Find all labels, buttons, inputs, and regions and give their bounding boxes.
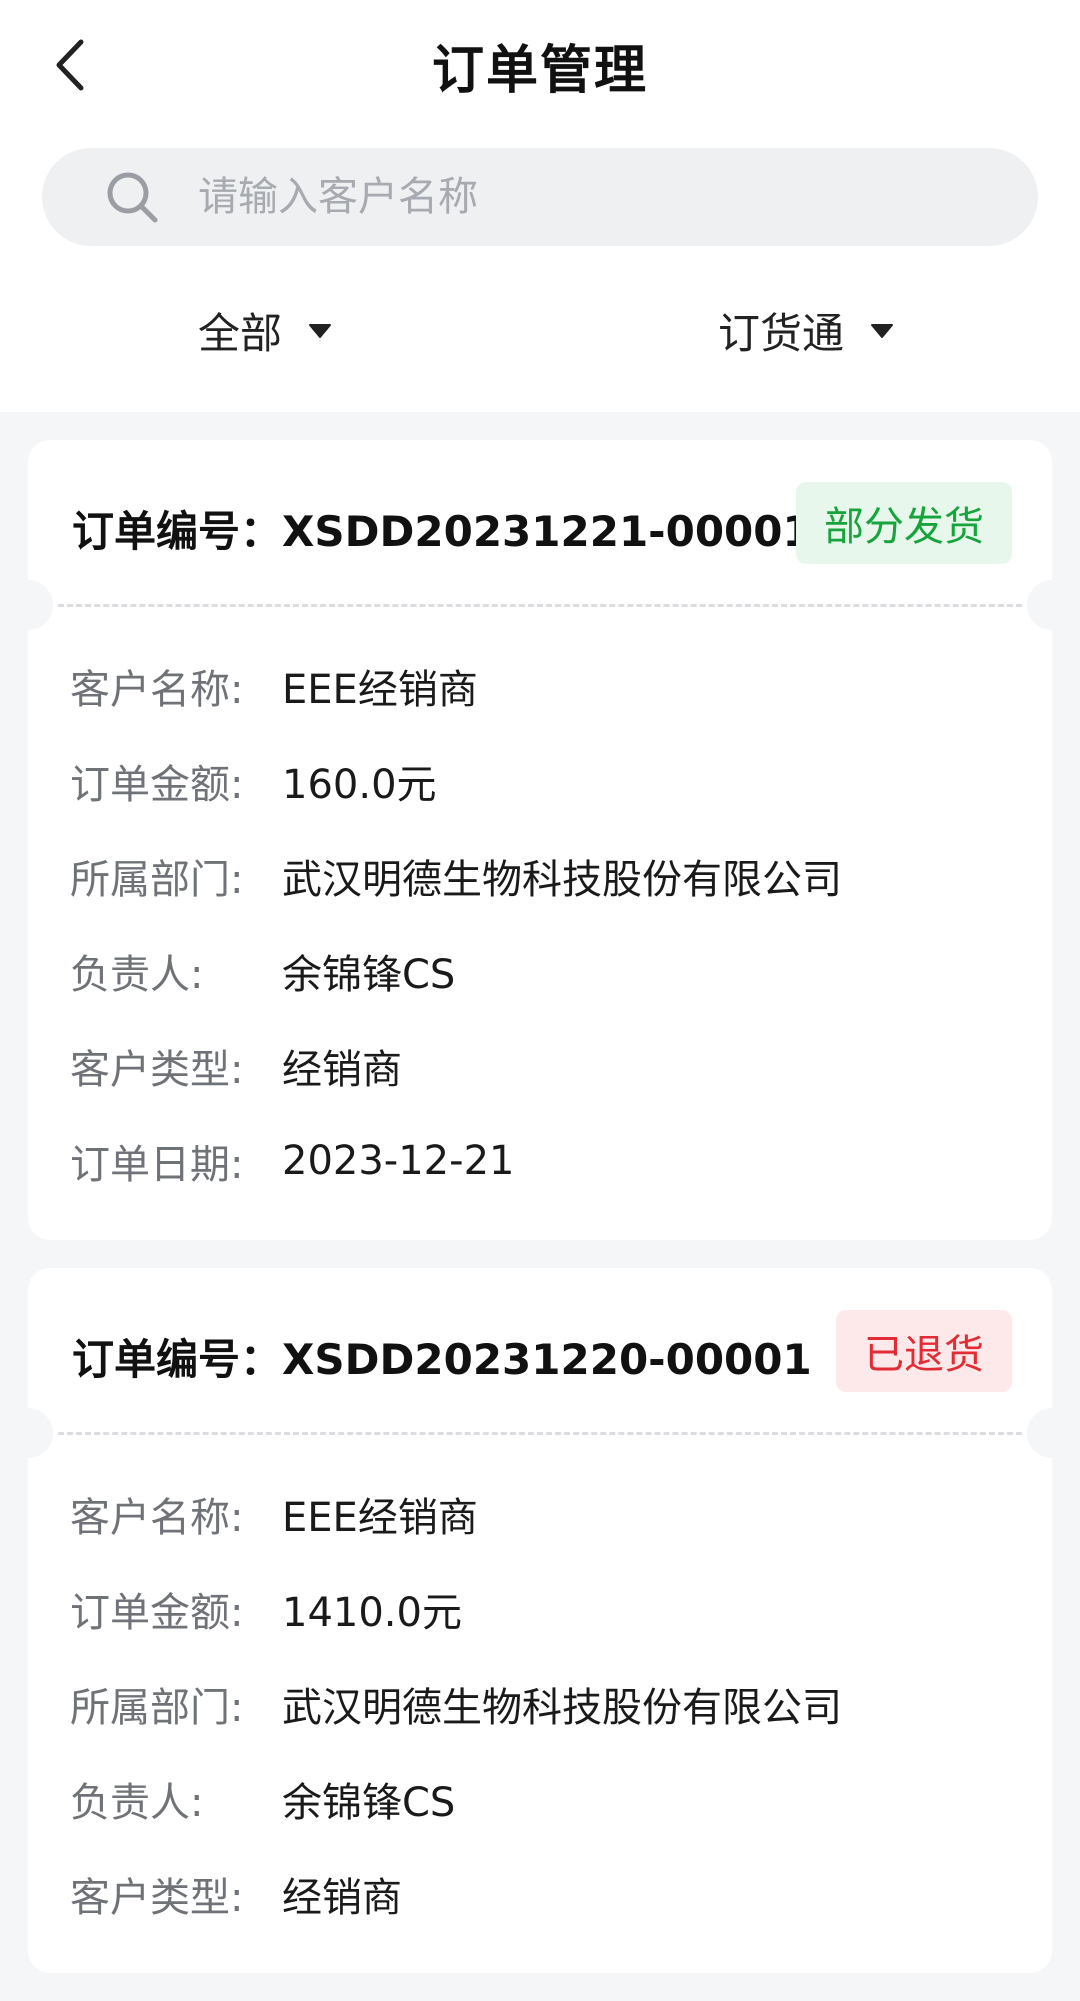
owner-name: 余锦锋CS [282,951,456,998]
department: 武汉明德生物科技股份有限公司 [282,856,842,903]
caret-down-icon [309,323,332,338]
detail-label: 订单金额: [70,761,244,808]
detail-label: 所属部门: [70,856,244,903]
order-card[interactable]: 订单编号：XSDD20231221-00001 部分发货 客户名称: EEE经销… [3,440,1077,1240]
filter-status-dropdown[interactable]: 全部 [198,300,332,361]
search-bar[interactable] [42,148,1038,246]
order-card-header: 订单编号：XSDD20231221-00001 部分发货 [28,440,1052,604]
order-number-value: XSDD20231220-00001 [282,1335,812,1384]
detail-label: 订单金额: [70,1589,244,1636]
customer-name: EEE经销商 [282,1494,478,1541]
detail-row-amount: 订单金额: 1410.0元 [28,1561,1052,1656]
order-details: 客户名称: EEE经销商 订单金额: 160.0元 所属部门: 武汉明德生物科技… [28,604,1052,1240]
order-card[interactable]: 订单编号：XSDD20231220-00001 已退货 客户名称: EEE经销商… [3,1268,1077,1973]
filter-source-dropdown[interactable]: 订货通 [718,300,894,361]
detail-row-owner: 负责人: 余锦锋CS [28,923,1052,1018]
ticket-notch [3,580,53,630]
detail-label: 客户类型: [70,1874,244,1921]
order-amount: 1410.0元 [282,1589,462,1636]
caret-down-icon [871,323,894,338]
filter-label: 订货通 [718,309,845,358]
page-title: 订单管理 [431,41,648,101]
ticket-notch [3,1408,53,1458]
dashed-divider [58,1432,1022,1435]
detail-row-cust-type: 客户类型: 经销商 [28,1846,1052,1941]
order-list: 订单编号：XSDD20231221-00001 部分发货 客户名称: EEE经销… [3,440,1077,2001]
detail-label: 订单日期: [70,1141,244,1188]
detail-row-dept: 所属部门: 武汉明德生物科技股份有限公司 [28,828,1052,923]
search-input[interactable] [196,173,960,221]
ticket-notch [1027,580,1077,630]
detail-label: 所属部门: [70,1684,244,1731]
detail-row-date: 订单日期: 2023-12-21 [28,1113,1052,1208]
ticket-notch [1027,1408,1077,1458]
customer-type: 经销商 [282,1874,402,1921]
detail-label: 负责人: [70,951,204,998]
filter-label: 全部 [198,309,283,358]
order-date: 2023-12-21 [282,1137,515,1184]
filter-bar: 全部 订货通 [0,300,1080,380]
detail-label: 负责人: [70,1779,204,1826]
order-amount: 160.0元 [282,761,437,808]
order-number: 订单编号：XSDD20231221-00001 [72,498,812,559]
dashed-divider [58,604,1022,607]
header: 订单管理 [0,0,1080,130]
order-details: 客户名称: EEE经销商 订单金额: 1410.0元 所属部门: 武汉明德生物科… [28,1432,1052,1973]
detail-row-amount: 订单金额: 160.0元 [28,733,1052,828]
order-number: 订单编号：XSDD20231220-00001 [72,1326,812,1387]
detail-label: 客户类型: [70,1046,244,1093]
order-number-label: 订单编号： [72,507,283,556]
status-badge: 已退货 [836,1310,1012,1392]
department: 武汉明德生物科技股份有限公司 [282,1684,842,1731]
customer-type: 经销商 [282,1046,402,1093]
search-icon [107,172,158,223]
detail-row-customer: 客户名称: EEE经销商 [28,1466,1052,1561]
detail-row-customer: 客户名称: EEE经销商 [28,638,1052,733]
detail-label: 客户名称: [70,666,244,713]
detail-label: 客户名称: [70,1494,244,1541]
detail-row-cust-type: 客户类型: 经销商 [28,1018,1052,1113]
owner-name: 余锦锋CS [282,1779,456,1826]
order-number-label: 订单编号： [72,1335,283,1384]
status-badge: 部分发货 [796,482,1012,564]
order-card-header: 订单编号：XSDD20231220-00001 已退货 [28,1268,1052,1432]
top-panel: 订单管理 全部 订货通 [0,0,1080,412]
detail-row-owner: 负责人: 余锦锋CS [28,1751,1052,1846]
order-number-value: XSDD20231221-00001 [282,507,812,556]
detail-row-dept: 所属部门: 武汉明德生物科技股份有限公司 [28,1656,1052,1751]
customer-name: EEE经销商 [282,666,478,713]
